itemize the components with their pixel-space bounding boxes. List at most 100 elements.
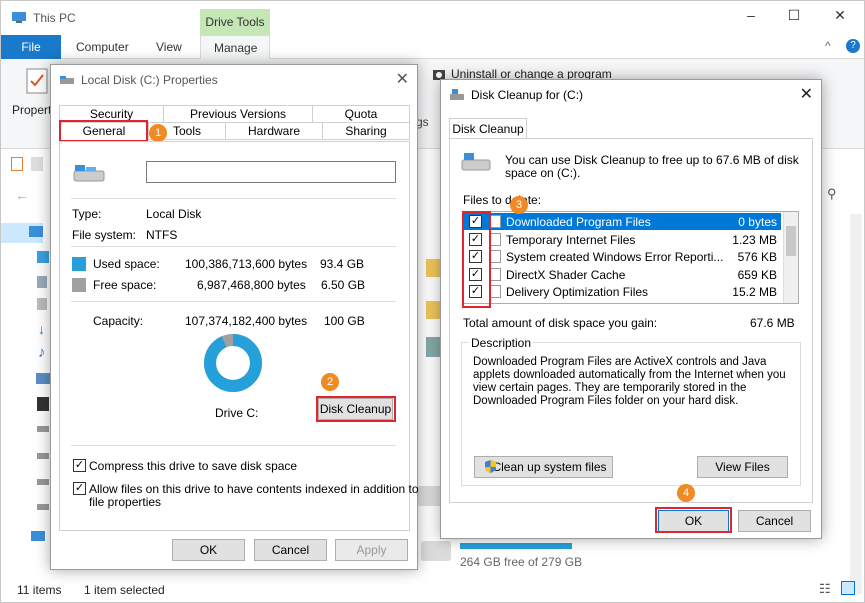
capacity-label: Capacity: bbox=[93, 314, 144, 328]
divider bbox=[71, 301, 396, 302]
properties-ok-button[interactable]: OK bbox=[172, 539, 245, 561]
cleanup-intro-line-2: space on (C:). bbox=[505, 166, 581, 180]
file-row[interactable]: ✓ DirectX Shader Cache 659 KB bbox=[463, 266, 781, 283]
file-type-icon bbox=[490, 232, 501, 246]
type-value: Local Disk bbox=[146, 207, 202, 221]
file-size: 576 KB bbox=[737, 250, 777, 264]
properties-cancel-button[interactable]: Cancel bbox=[254, 539, 327, 561]
files-to-delete-label: Files to delete: bbox=[463, 193, 542, 207]
sidebar-desktop-icon[interactable] bbox=[37, 276, 47, 288]
free-space-gb: 6.50 GB bbox=[321, 278, 366, 292]
index-checkbox[interactable]: ✓ bbox=[73, 482, 86, 495]
free-space-swatch bbox=[72, 278, 86, 292]
storage-bar bbox=[460, 543, 572, 549]
filesystem-value: NTFS bbox=[146, 228, 178, 242]
description-title: Description bbox=[469, 336, 534, 350]
sidebar-drive-icon[interactable] bbox=[37, 504, 49, 510]
maximize-button[interactable]: ☐ bbox=[779, 7, 809, 27]
divider bbox=[71, 246, 396, 247]
file-size: 659 KB bbox=[737, 267, 777, 282]
back-arrow-icon[interactable]: ← bbox=[15, 187, 29, 203]
sidebar-drive-icon[interactable] bbox=[37, 426, 49, 432]
general-tab-highlight bbox=[59, 120, 148, 142]
file-row[interactable]: ✓ Downloaded Program Files 0 bytes bbox=[463, 213, 781, 230]
scrollbar-thumb[interactable] bbox=[786, 226, 796, 256]
help-icon[interactable]: ? bbox=[846, 39, 860, 53]
search-icon[interactable]: ⚲ bbox=[827, 186, 837, 202]
tab-view[interactable]: View bbox=[156, 35, 182, 59]
used-space-bytes: 100,386,713,600 bytes bbox=[185, 257, 308, 271]
sidebar-downloads-icon[interactable]: ↓ bbox=[38, 322, 48, 336]
file-type-icon bbox=[490, 215, 501, 228]
sidebar-documents-icon[interactable] bbox=[37, 298, 47, 310]
total-gain-value: 67.6 MB bbox=[750, 316, 795, 330]
storage-free-text: 264 GB free of 279 GB bbox=[460, 555, 583, 569]
step-badge-1: 1 bbox=[149, 124, 167, 142]
close-button[interactable]: ✕ bbox=[825, 7, 855, 27]
divider bbox=[71, 445, 396, 446]
drive-icon bbox=[60, 76, 74, 84]
drive-broom-icon bbox=[461, 153, 491, 171]
divider bbox=[71, 198, 396, 199]
used-space-label: Used space: bbox=[93, 257, 160, 271]
file-row[interactable]: ✓ Delivery Optimization Files 15.2 MB bbox=[463, 283, 781, 300]
tab-manage[interactable]: Manage bbox=[200, 35, 270, 59]
uac-shield-icon bbox=[485, 460, 496, 473]
files-list[interactable]: ✓ Downloaded Program Files 0 bytes ✓ Tempora… bbox=[462, 211, 799, 304]
drive-name-input[interactable] bbox=[146, 161, 396, 183]
sidebar-music-icon[interactable]: ♪ bbox=[38, 345, 46, 360]
description-text: Downloaded Program Files are ActiveX con… bbox=[473, 356, 786, 407]
type-label: Type: bbox=[72, 207, 102, 221]
drive-tools-context-tab[interactable]: Drive Tools bbox=[200, 9, 270, 35]
tab-computer[interactable]: Computer bbox=[76, 35, 129, 59]
minimize-button[interactable]: – bbox=[736, 7, 766, 27]
collapse-ribbon-icon[interactable]: ^ bbox=[825, 39, 831, 53]
drive-icon[interactable] bbox=[421, 541, 451, 561]
donut-used-segment bbox=[204, 334, 262, 392]
files-list-scrollbar[interactable] bbox=[783, 212, 798, 303]
index-label-line-2: file properties bbox=[89, 495, 162, 509]
large-icons-view-icon[interactable] bbox=[841, 581, 855, 595]
tab-disk-cleanup[interactable]: Disk Cleanup bbox=[449, 118, 527, 139]
ok-button-highlight bbox=[655, 507, 732, 533]
file-name: DirectX Shader Cache bbox=[506, 267, 626, 282]
tab-file[interactable]: File bbox=[1, 35, 61, 59]
used-space-gb: 93.4 GB bbox=[320, 257, 365, 271]
disk-cleanup-dialog: Disk Cleanup for (C:) ✕ Disk Cleanup You… bbox=[440, 79, 822, 539]
cleanup-title: Disk Cleanup for (C:) bbox=[471, 88, 584, 102]
details-view-icon[interactable]: ☷ bbox=[819, 581, 831, 597]
quick-access-icon bbox=[11, 157, 23, 171]
disk-cleanup-highlight bbox=[316, 396, 396, 422]
properties-close-icon[interactable]: ✕ bbox=[396, 69, 409, 89]
file-size: 1.23 MB bbox=[732, 232, 777, 247]
sidebar-network-icon[interactable] bbox=[31, 531, 45, 541]
tab-quota[interactable]: Quota bbox=[312, 105, 410, 123]
properties-ribbon-label[interactable]: Propert bbox=[12, 103, 51, 117]
file-row[interactable]: ✓ System created Windows Error Reporti...… bbox=[463, 248, 781, 265]
sidebar-3d-objects-icon[interactable] bbox=[37, 251, 49, 263]
sidebar-videos-icon[interactable] bbox=[37, 397, 49, 411]
drive-large-icon bbox=[73, 165, 105, 182]
cleanup-cancel-button[interactable]: Cancel bbox=[738, 510, 811, 532]
sidebar-drive-icon[interactable] bbox=[37, 453, 49, 459]
item-count: 11 items bbox=[17, 583, 62, 597]
this-pc-icon bbox=[12, 12, 26, 23]
tab-hardware[interactable]: Hardware bbox=[225, 122, 323, 140]
compress-checkbox[interactable]: ✓ bbox=[73, 459, 86, 472]
file-row[interactable]: ✓ Temporary Internet Files 1.23 MB bbox=[463, 231, 781, 248]
drive-label: Drive C: bbox=[215, 406, 259, 420]
cleanup-close-icon[interactable]: ✕ bbox=[800, 84, 813, 104]
file-size: 15.2 MB bbox=[732, 285, 777, 299]
properties-icon bbox=[26, 68, 48, 94]
sidebar-drive-icon[interactable] bbox=[37, 479, 49, 485]
ribbon-tabs: File Computer View Manage ^ ? bbox=[1, 35, 864, 59]
explorer-scrollbar[interactable] bbox=[850, 214, 862, 594]
sidebar-pictures-icon[interactable] bbox=[36, 373, 50, 384]
properties-apply-button[interactable]: Apply bbox=[335, 539, 408, 561]
tab-sharing[interactable]: Sharing bbox=[322, 122, 410, 140]
cleanup-title-bar: Disk Cleanup for (C:) ✕ bbox=[441, 80, 821, 108]
document-icon bbox=[31, 157, 43, 171]
view-files-button[interactable]: View Files bbox=[697, 456, 788, 478]
tab-previous-versions[interactable]: Previous Versions bbox=[163, 105, 313, 123]
capacity-gb: 100 GB bbox=[324, 314, 365, 328]
